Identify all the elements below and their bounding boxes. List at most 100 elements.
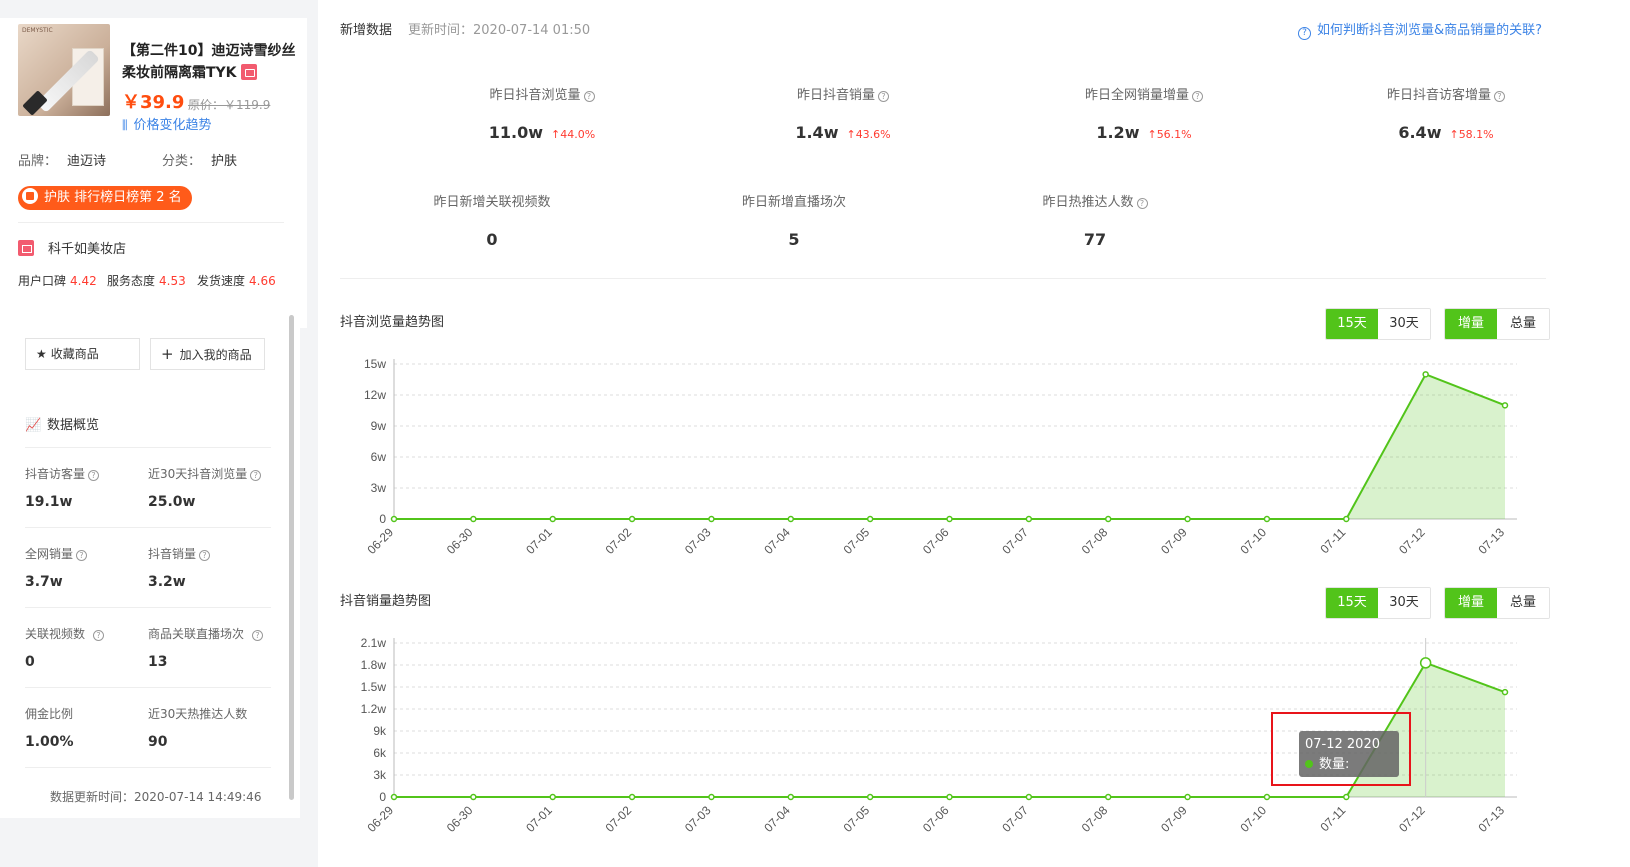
data-point xyxy=(1263,515,1271,523)
section-title: 新增数据 xyxy=(340,23,393,38)
metric-value: 25.0w xyxy=(148,494,196,510)
metric-label: 商品关联直播场次? xyxy=(148,625,264,642)
x-tick-label: 07-04 xyxy=(761,803,793,835)
sales-trend-chart[interactable]: 0 3k 6k 9k 1.2w 1.5w 1.8w 2.1w 06-29 06-30 07-01 07… xyxy=(318,630,1630,867)
x-tick-label: 07-13 xyxy=(1476,525,1508,557)
mode-increment-button[interactable]: 增量 xyxy=(1445,309,1497,339)
y-tick-label: 6w xyxy=(371,450,387,464)
data-point xyxy=(628,793,636,801)
star-icon: ★ xyxy=(36,347,47,361)
x-tick-label: 07-08 xyxy=(1079,525,1111,557)
data-point xyxy=(549,793,556,801)
x-tick-label: 07-06 xyxy=(920,803,952,835)
x-tick-label: 06-30 xyxy=(444,803,476,835)
help-icon: ? xyxy=(583,91,595,102)
y-tick-label: 1.8w xyxy=(361,658,387,672)
help-icon: ? xyxy=(1192,91,1203,102)
data-update-time: 数据更新时间：2020-07-14 14:49:46 xyxy=(50,790,262,804)
mode-total-button[interactable]: 总量 xyxy=(1497,588,1549,618)
y-tick-label: 12w xyxy=(364,388,386,402)
data-point xyxy=(1263,793,1271,801)
mode-total-button[interactable]: 总量 xyxy=(1497,309,1549,339)
y-tick-label: 9w xyxy=(371,419,387,433)
shop-name[interactable]: 科千如美妆店 xyxy=(48,238,126,257)
stat-hot-talents: 昨日热推达人数? 77 xyxy=(945,191,1245,249)
stat-visitors: 昨日抖音访客增量? 6.4w ↑58.1% xyxy=(1296,84,1596,142)
data-point xyxy=(787,515,795,523)
highlight-box xyxy=(1271,712,1411,786)
x-tick-label: 06-29 xyxy=(365,525,397,557)
y-tick-label: 1.2w xyxy=(361,702,387,716)
range-30d-button[interactable]: 30天 xyxy=(1378,309,1430,339)
data-point xyxy=(1422,371,1429,378)
range-15d-button[interactable]: 15天 xyxy=(1326,309,1378,339)
y-tick-label: 0 xyxy=(379,512,386,526)
product-title[interactable]: 【第二件10】迪迈诗雪纱丝柔妆前隔离霜TYK xyxy=(122,40,302,84)
data-point xyxy=(787,793,795,801)
data-point xyxy=(549,515,556,523)
data-point xyxy=(1025,515,1033,523)
x-tick-label: 07-09 xyxy=(1158,803,1190,835)
divider xyxy=(25,447,271,448)
x-tick-label: 07-07 xyxy=(999,525,1031,557)
data-point xyxy=(1343,515,1350,523)
data-point xyxy=(628,515,636,523)
range-30d-button[interactable]: 30天 xyxy=(1378,588,1430,618)
main-panel: 新增数据 更新时间：2020-07-14 01:50 ? 如何判断抖音浏览量&商品… xyxy=(318,0,1630,867)
y-tick-label: 15w xyxy=(364,357,386,371)
bag-icon xyxy=(22,188,38,204)
help-icon: ? xyxy=(250,470,262,481)
x-tick-label: 07-05 xyxy=(841,525,873,557)
divider xyxy=(25,527,271,528)
help-link[interactable]: ? 如何判断抖音浏览量&商品销量的关联? xyxy=(1297,19,1542,40)
x-tick-label: 07-01 xyxy=(523,803,555,835)
stat-daily-views: 昨日抖音浏览量? 11.0w ↑44.0% xyxy=(488,88,596,142)
original-price: 原价：￥119.9 xyxy=(188,98,271,112)
x-tick-label: 07-12 xyxy=(1396,803,1428,835)
divider xyxy=(18,222,284,223)
metric-label: 全网销量? xyxy=(25,545,88,562)
rank-badge[interactable]: 护肤 排行榜日榜第 2 名 xyxy=(18,186,192,210)
data-point xyxy=(1025,793,1033,801)
divider xyxy=(25,767,271,768)
views-range-toggle: 15天 30天 xyxy=(1325,308,1431,340)
data-point xyxy=(708,793,715,801)
views-trend-chart[interactable]: 0 3w 6w 9w 12w 15w 06-29 06-30 07-01 07-02 07-03 07… xyxy=(318,350,1630,565)
data-point xyxy=(708,515,715,523)
views-mode-toggle: 增量 总量 xyxy=(1444,308,1550,340)
metric-label: 抖音访客量? xyxy=(25,465,100,482)
metric-label: 近30天抖音浏览量? xyxy=(148,465,262,482)
shop-bag-icon xyxy=(240,64,257,80)
series-area xyxy=(394,374,1505,519)
stat-new-lives: 昨日新增直播场次 5 xyxy=(741,195,846,249)
sidebar-scrollbar[interactable] xyxy=(289,315,294,800)
metric-label: 近30天热推达人数 xyxy=(148,707,248,721)
x-tick-label: 06-29 xyxy=(365,803,397,835)
score-reputation: 用户口碑 4.42 xyxy=(18,274,97,288)
x-tick-label: 07-03 xyxy=(682,525,714,557)
data-point xyxy=(866,793,874,801)
range-15d-button[interactable]: 15天 xyxy=(1326,588,1378,618)
help-icon: ? xyxy=(252,630,264,641)
data-point xyxy=(1501,688,1509,696)
y-tick-label: 2.1w xyxy=(361,636,387,650)
stat-new-videos: 昨日新增关联视频数 0 xyxy=(433,195,551,249)
price-trend-link[interactable]: ⫼ 价格变化趋势 xyxy=(122,114,212,133)
x-tick-label: 07-09 xyxy=(1158,525,1190,557)
sales-mode-toggle: 增量 总量 xyxy=(1444,587,1550,619)
x-tick-label: 07-13 xyxy=(1476,803,1508,835)
favorite-button[interactable]: ★ 收藏商品 xyxy=(25,338,140,370)
mode-increment-button[interactable]: 增量 xyxy=(1445,588,1497,618)
product-image[interactable]: DEMYSTIC xyxy=(18,24,110,116)
add-my-product-button[interactable]: + 加入我的商品 xyxy=(150,338,265,370)
score-shipping: 发货速度 4.66 xyxy=(197,274,276,288)
overview-title: 📈 数据概览 xyxy=(25,418,100,433)
metric-value: 90 xyxy=(148,734,168,750)
data-point xyxy=(1501,402,1509,409)
series-line xyxy=(394,373,1506,520)
stat-daily-sales: 昨日抖音销量? 1.4w ↑43.6% xyxy=(795,88,891,142)
metric-label: 抖音销量? xyxy=(148,545,211,562)
x-tick-label: 07-11 xyxy=(1317,803,1348,834)
x-tick-label: 07-06 xyxy=(920,525,952,557)
views-chart-title: 抖音浏览量趋势图 xyxy=(340,315,445,330)
